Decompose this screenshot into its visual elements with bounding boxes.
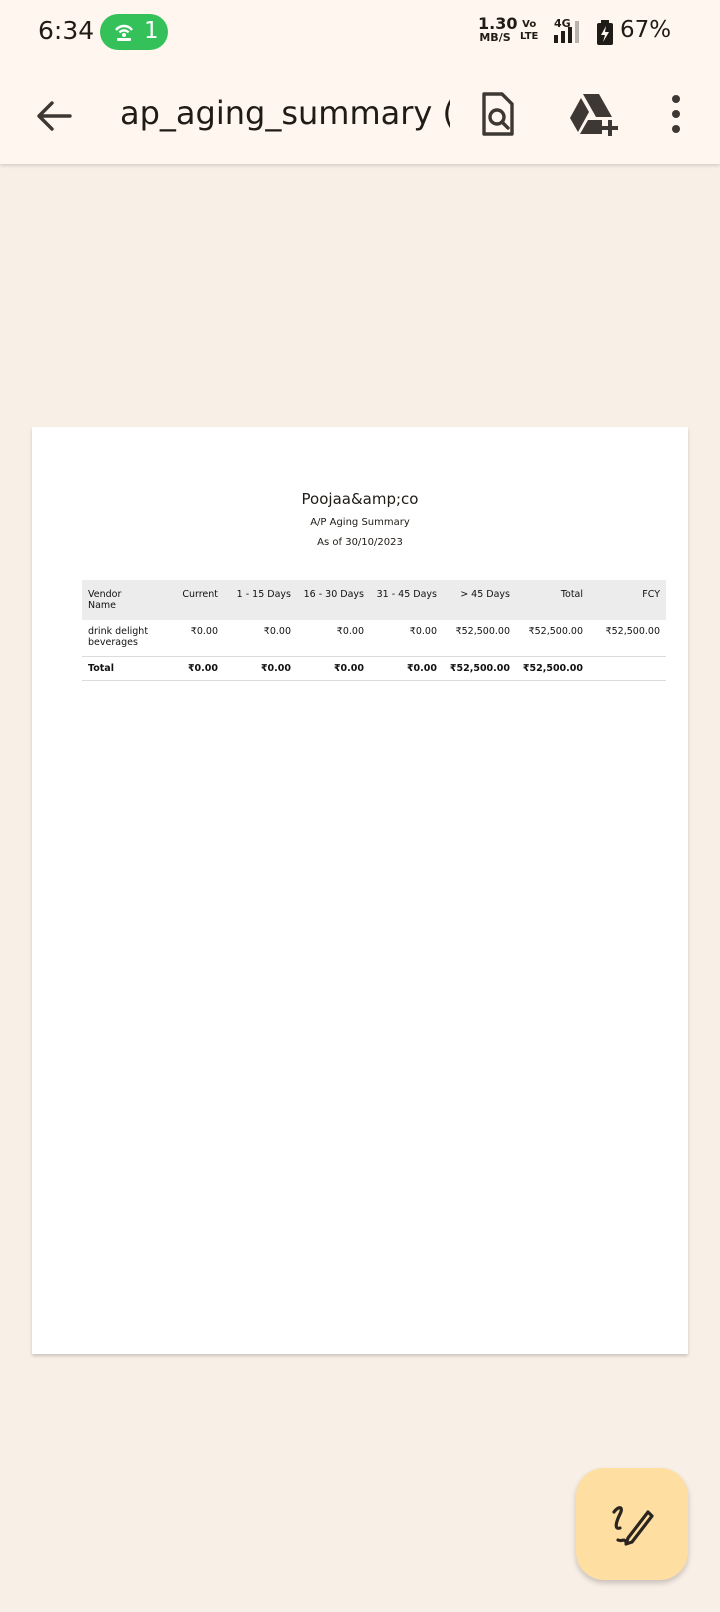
volte-top: Vo	[522, 19, 537, 30]
hotspot-count: 1	[144, 18, 159, 44]
report-name: A/P Aging Summary	[310, 517, 410, 528]
table-total-row: Total ₹0.00 ₹0.00 ₹0.00 ₹0.00 ₹52,500.00…	[82, 656, 666, 681]
cell-current: ₹0.00	[168, 620, 224, 657]
aging-summary-table: Vendor Name Current 1 - 15 Days 16 - 30 D…	[82, 580, 666, 681]
top-app-bar: ap_aging_summary (...	[0, 66, 720, 164]
save-to-drive-button[interactable]	[566, 90, 622, 138]
battery-percent: 67%	[620, 17, 672, 43]
total-1-15: ₹0.00	[224, 656, 297, 681]
status-bar: 6:34 1 1.30 MB/S Vo LTE 4G 67%	[0, 0, 720, 66]
table-header-row: Vendor Name Current 1 - 15 Days 16 - 30 D…	[82, 580, 666, 620]
total-total: ₹52,500.00	[516, 656, 589, 681]
header-total: Total	[516, 580, 589, 620]
total-fcy	[589, 656, 666, 681]
total-label: Total	[82, 656, 168, 681]
document-title: ap_aging_summary (...	[120, 94, 450, 132]
back-arrow-icon	[37, 101, 72, 131]
cell-16-30: ₹0.00	[297, 620, 370, 657]
total-31-45: ₹0.00	[370, 656, 443, 681]
clock: 6:34	[38, 16, 95, 45]
hotspot-indicator[interactable]: 1	[100, 14, 168, 50]
report-date: As of 30/10/2023	[317, 537, 403, 548]
table-row: drink delight beverages ₹0.00 ₹0.00 ₹0.0…	[82, 620, 666, 657]
cell-31-45: ₹0.00	[370, 620, 443, 657]
volte-bottom: LTE	[520, 31, 539, 42]
back-button[interactable]	[30, 92, 78, 140]
signal-icon: 4G	[554, 17, 579, 43]
header-fcy: FCY	[589, 580, 666, 620]
save-to-drive-icon	[570, 94, 618, 136]
header-current: Current	[168, 580, 224, 620]
total-current: ₹0.00	[168, 656, 224, 681]
edit-annotate-icon	[612, 1506, 654, 1546]
volte-indicator: Vo LTE	[520, 19, 538, 43]
header-over-45-days: > 45 Days	[443, 580, 516, 620]
total-over-45: ₹52,500.00	[443, 656, 516, 681]
net-speed-value: 1.30	[478, 14, 518, 33]
battery-icon	[597, 20, 613, 45]
cell-total: ₹52,500.00	[516, 620, 589, 657]
company-name: Poojaa&amp;co	[301, 490, 419, 508]
find-in-document-icon	[482, 92, 514, 136]
cell-1-15: ₹0.00	[224, 620, 297, 657]
header-16-30-days: 16 - 30 Days	[297, 580, 370, 620]
net-speed-unit: MB/S	[479, 31, 511, 44]
total-16-30: ₹0.00	[297, 656, 370, 681]
header-1-15-days: 1 - 15 Days	[224, 580, 297, 620]
cell-over-45: ₹52,500.00	[443, 620, 516, 657]
more-vert-icon	[672, 95, 680, 133]
cell-fcy: ₹52,500.00	[589, 620, 666, 657]
network-speed: 1.30 MB/S	[478, 14, 518, 45]
header-31-45-days: 31 - 45 Days	[370, 580, 443, 620]
cell-vendor: drink delight beverages	[82, 620, 168, 657]
annotate-fab-button[interactable]	[576, 1468, 688, 1580]
header-vendor-name: Vendor Name	[82, 580, 168, 620]
hotspot-icon	[115, 24, 133, 41]
more-options-button[interactable]	[660, 90, 692, 138]
pdf-page[interactable]: Poojaa&amp;co A/P Aging Summary As of 30…	[32, 427, 688, 1354]
find-in-document-button[interactable]	[474, 90, 522, 138]
